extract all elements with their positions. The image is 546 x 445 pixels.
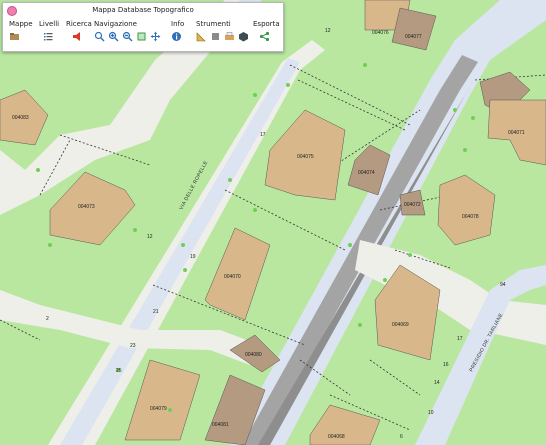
zoom-in-icon[interactable] [108,31,119,42]
toolbar-title: Mappa Database Topografico [92,6,194,14]
address-number: 94 [500,282,506,288]
building-label: 004077 [405,34,422,40]
address-number: 14 [434,380,440,386]
zoom-extent-icon[interactable] [94,31,105,42]
building-label: 004080 [245,352,262,358]
building-label: 004072 [404,202,421,208]
toolbar-group-ricerca: Ricerca [66,20,92,41]
info-icon[interactable] [171,31,182,42]
zoom-box-icon[interactable] [136,31,147,42]
search-speaker-icon[interactable] [72,31,83,42]
toolbar-group-info: Info [171,20,185,41]
measure-icon[interactable] [196,31,207,42]
toolbar-group-mappe: Mappe [9,20,33,40]
toolbar-group-esporta: Esporta [253,20,280,42]
toolbar-label-livelli: Livelli [39,20,60,28]
share-icon[interactable] [259,31,270,42]
building-label: 004078 [462,214,479,220]
building-label: 004070 [224,274,241,280]
building-label: 004069 [392,322,409,328]
building-label: 004074 [358,170,375,176]
address-number: 25 [116,368,122,374]
address-number: 12 [325,28,331,34]
print-icon[interactable] [224,31,235,42]
cube-icon[interactable] [238,31,249,42]
toolbar-label-navigazione: Navigazione [94,20,137,28]
address-number: 23 [130,343,136,349]
toolbar-group-livelli: Livelli [39,20,60,41]
building-label: 004068 [328,434,345,440]
address-number: 19 [190,254,196,260]
address-number: 17 [260,132,266,138]
toolbar-label-strumenti: Strumenti [196,20,231,28]
address-number: 12 [147,234,153,240]
building-label: 004075 [297,154,314,160]
toolbar-label-esporta: Esporta [253,20,280,28]
address-number: 21 [153,309,159,315]
address-number: 17 [457,336,463,342]
zoom-out-icon[interactable] [122,31,133,42]
building-label: 004071 [508,130,525,136]
map-canvas[interactable]: VIA DELLE ROPELLE PRESIDIO DR. TARLIANE … [0,0,546,445]
area-icon[interactable] [210,31,221,42]
toolbar-group-strumenti: Strumenti [196,20,248,42]
map-toolbar: Mappa Database Topografico Mappe Livelli… [2,2,284,52]
building-label: 004081 [212,422,229,428]
building-label: 004079 [150,406,167,412]
toolbar-label-mappe: Mappe [9,20,33,28]
address-number: 16 [443,362,449,368]
building-label: 004076 [372,30,389,36]
toolbar-label-info: Info [171,20,185,28]
building-label: 004073 [78,204,95,210]
address-number: 2 [46,316,49,322]
toolbar-group-navigazione: Navigazione [94,20,161,42]
pan-icon[interactable] [150,31,161,42]
toolbar-label-ricerca: Ricerca [66,20,92,28]
building-label: 004083 [12,115,29,121]
maps-folder-icon[interactable] [9,31,20,42]
address-number: 6 [400,434,403,440]
layers-list-icon[interactable] [43,31,54,42]
address-number: 10 [428,410,434,416]
